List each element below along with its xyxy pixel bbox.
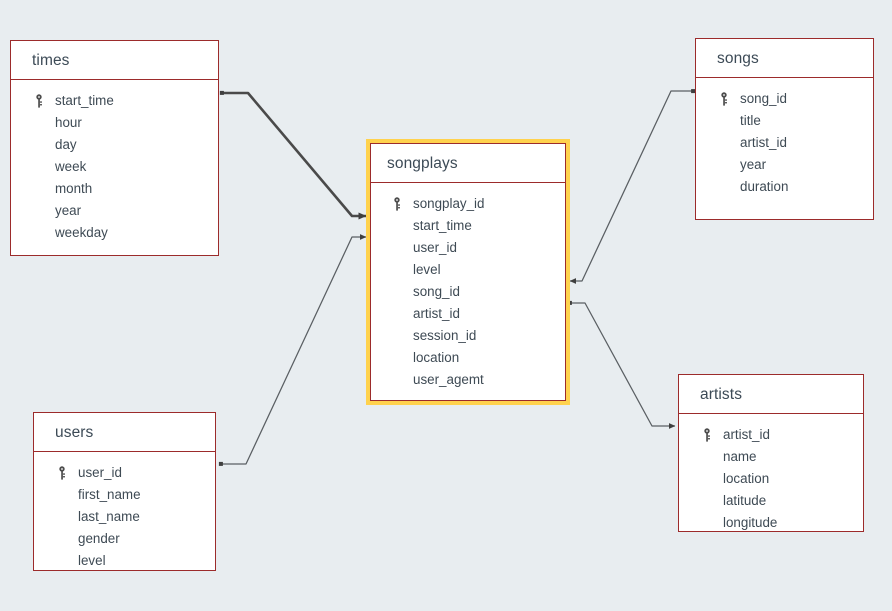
field-name: year (740, 157, 767, 172)
field-name: gender (78, 531, 120, 546)
key-icon (394, 197, 400, 211)
field-name: duration (740, 179, 789, 194)
key-icon (36, 94, 42, 108)
field-row[interactable]: longitude (679, 512, 863, 534)
field-row[interactable]: artist_id (696, 132, 873, 154)
field-row[interactable]: level (34, 550, 215, 572)
field-row[interactable]: name (679, 446, 863, 468)
key-icon (704, 428, 710, 442)
field-name: week (55, 159, 87, 174)
field-name: song_id (740, 91, 787, 106)
field-row[interactable]: gender (34, 528, 215, 550)
relationship-users-songplays[interactable] (218, 234, 367, 466)
field-row[interactable]: weekday (11, 222, 218, 244)
field-row[interactable]: first_name (34, 484, 215, 506)
field-row[interactable]: year (11, 200, 218, 222)
entity-title-songplays: songplays (371, 144, 565, 183)
field-name: location (413, 350, 460, 365)
field-name: user_id (413, 240, 457, 255)
field-name: song_id (413, 284, 460, 299)
field-row[interactable]: location (679, 468, 863, 490)
field-name: first_name (78, 487, 141, 502)
field-row[interactable]: week (11, 156, 218, 178)
entity-title-users: users (34, 413, 215, 452)
field-name: longitude (723, 515, 778, 530)
field-name: name (723, 449, 757, 464)
field-row[interactable]: user_id (34, 462, 215, 484)
field-row[interactable]: artist_id (679, 424, 863, 446)
field-list-songs: song_id title artist_id year duration (696, 78, 873, 198)
entity-title-songs: songs (696, 39, 873, 78)
field-row[interactable]: user_agemt (371, 369, 565, 391)
field-name: start_time (55, 93, 114, 108)
field-row[interactable]: songplay_id (371, 193, 565, 215)
field-name: level (78, 553, 106, 568)
field-row[interactable]: artist_id (371, 303, 565, 325)
entity-table-songplays[interactable]: songplays songplay_id start_time user_id (370, 143, 566, 401)
field-name: user_id (78, 465, 122, 480)
field-row[interactable]: song_id (696, 88, 873, 110)
field-row[interactable]: hour (11, 112, 218, 134)
field-row[interactable]: session_id (371, 325, 565, 347)
field-name: year (55, 203, 82, 218)
field-row[interactable]: start_time (371, 215, 565, 237)
field-name: artist_id (723, 427, 770, 442)
entity-table-songs[interactable]: songs song_id title artist_id year durat… (695, 38, 874, 220)
er-diagram-canvas: times start_time hour day week month yea… (0, 0, 892, 611)
key-icon (721, 92, 727, 106)
field-name: title (740, 113, 761, 128)
relationship-songplays-artists[interactable] (567, 300, 676, 429)
field-row[interactable]: duration (696, 176, 873, 198)
field-name: location (723, 471, 770, 486)
field-name: start_time (413, 218, 472, 233)
entity-title-times: times (11, 41, 218, 80)
relationship-songs-songplays[interactable] (569, 89, 696, 284)
relationship-times-songplays[interactable] (219, 90, 367, 220)
field-list-artists: artist_id name location latitude longitu… (679, 414, 863, 534)
field-row[interactable]: latitude (679, 490, 863, 512)
field-name: level (413, 262, 441, 277)
field-name: weekday (55, 225, 108, 240)
field-row[interactable]: level (371, 259, 565, 281)
field-name: month (55, 181, 93, 196)
field-name: last_name (78, 509, 140, 524)
entity-table-users[interactable]: users user_id first_name last_name gende… (33, 412, 216, 571)
field-name: latitude (723, 493, 767, 508)
entity-table-artists[interactable]: artists artist_id name location latitude (678, 374, 864, 532)
field-name: artist_id (740, 135, 787, 150)
field-row[interactable]: last_name (34, 506, 215, 528)
key-icon (59, 466, 65, 480)
field-list-songplays: songplay_id start_time user_id level son… (371, 183, 565, 391)
field-name: songplay_id (413, 196, 485, 211)
field-list-users: user_id first_name last_name gender leve… (34, 452, 215, 572)
field-row[interactable]: location (371, 347, 565, 369)
field-name: day (55, 137, 77, 152)
entity-title-artists: artists (679, 375, 863, 414)
field-name: user_agemt (413, 372, 484, 387)
field-row[interactable]: user_id (371, 237, 565, 259)
field-name: artist_id (413, 306, 460, 321)
field-list-times: start_time hour day week month year week… (11, 80, 218, 244)
field-row[interactable]: song_id (371, 281, 565, 303)
field-row[interactable]: title (696, 110, 873, 132)
field-row[interactable]: day (11, 134, 218, 156)
field-row[interactable]: year (696, 154, 873, 176)
field-row[interactable]: month (11, 178, 218, 200)
field-name: hour (55, 115, 82, 130)
field-name: session_id (413, 328, 477, 343)
field-row[interactable]: start_time (11, 90, 218, 112)
entity-table-times[interactable]: times start_time hour day week month yea… (10, 40, 219, 256)
